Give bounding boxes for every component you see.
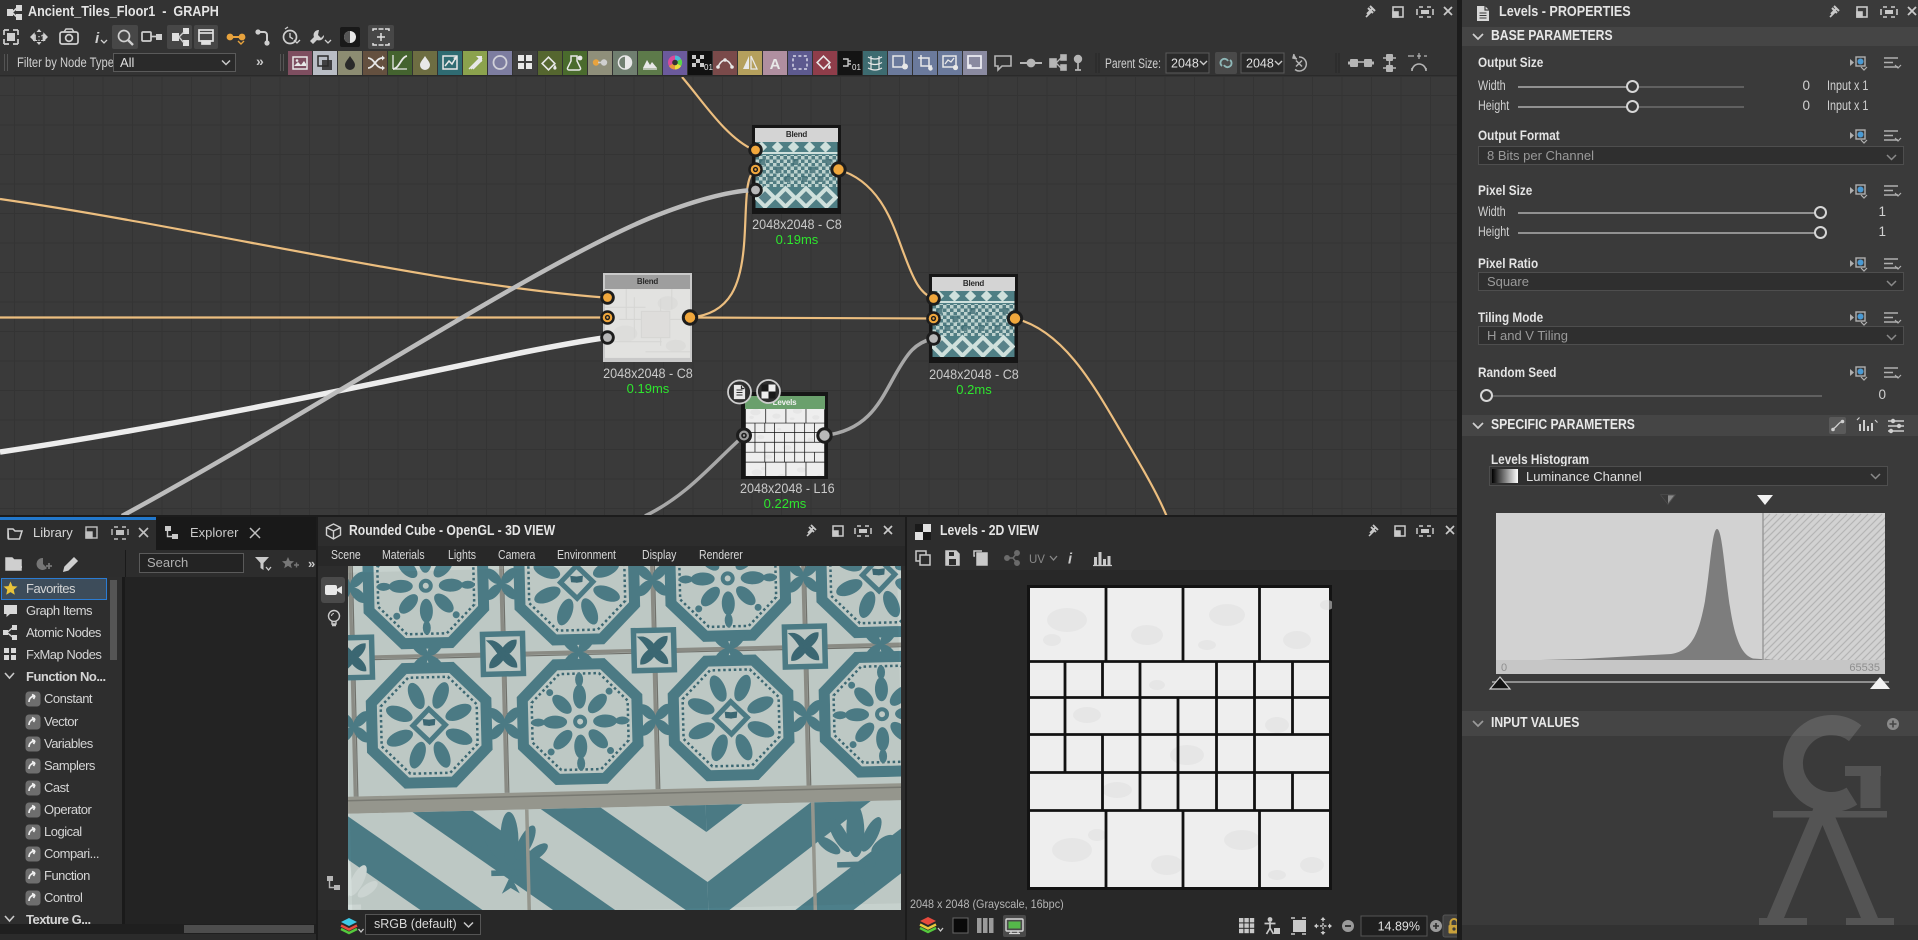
svg-text:01: 01 [852, 63, 861, 72]
svg-text:i: i [1068, 552, 1073, 568]
svg-text:i: i [95, 30, 100, 47]
svg-text:1:1: 1:1 [32, 33, 45, 43]
svg-text:A: A [770, 56, 781, 73]
svg-text:65535: 65535 [1849, 662, 1880, 674]
svg-text:2048: 2048 [1171, 57, 1199, 71]
svg-text:»: » [308, 556, 315, 571]
svg-text:2048: 2048 [1246, 57, 1274, 71]
svg-text:UV: UV [1029, 554, 1045, 566]
svg-text:01: 01 [704, 63, 713, 72]
svg-text:0: 0 [1501, 662, 1507, 674]
svg-text:Parent Size:: Parent Size: [1105, 56, 1161, 71]
svg-text:14.89%: 14.89% [1378, 920, 1420, 934]
